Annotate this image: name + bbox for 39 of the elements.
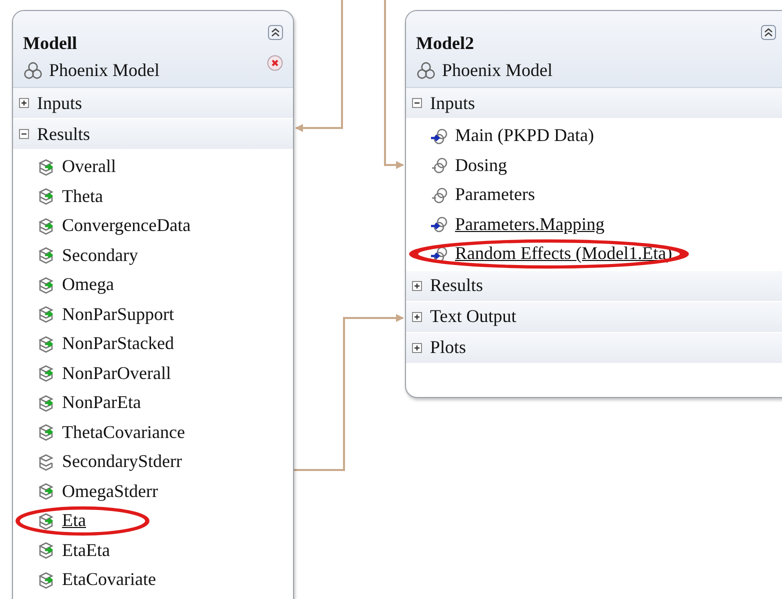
tree-item[interactable]: Dosing bbox=[430, 154, 508, 176]
tree-item[interactable]: NonParSupport bbox=[37, 304, 174, 325]
tree-item[interactable]: EtaEta bbox=[37, 540, 110, 561]
tree-item[interactable]: NonParEta bbox=[37, 392, 141, 414]
tree-item[interactable]: EtaCovariate bbox=[37, 569, 156, 590]
expand-icon[interactable] bbox=[412, 312, 422, 322]
close-icon[interactable] bbox=[267, 54, 283, 70]
section-header[interactable]: Text Output bbox=[406, 302, 782, 332]
tree-item[interactable]: OmegaStderr bbox=[37, 480, 158, 502]
expand-icon[interactable] bbox=[412, 342, 422, 352]
section-header[interactable]: Results bbox=[13, 119, 293, 150]
section-header[interactable]: Inputs bbox=[406, 88, 782, 119]
tree-item[interactable]: Parameters bbox=[430, 184, 535, 206]
trefoil-icon bbox=[416, 61, 436, 80]
tree-item[interactable]: SecondaryStderr bbox=[37, 451, 182, 472]
section-header[interactable]: Inputs bbox=[13, 88, 293, 119]
panel-subtitle: Phoenix Model bbox=[49, 60, 160, 81]
section-header[interactable]: Plots bbox=[406, 332, 782, 364]
collapse-icon[interactable] bbox=[412, 98, 422, 108]
tree-item[interactable]: NonParOverall bbox=[37, 362, 171, 384]
tree-item[interactable]: ThetaCovariance bbox=[37, 422, 185, 443]
tree-item[interactable]: Omega bbox=[37, 274, 114, 296]
tree-item[interactable]: Theta bbox=[37, 186, 103, 207]
trefoil-icon bbox=[23, 61, 43, 80]
panel-subtitle: Phoenix Model bbox=[442, 60, 552, 81]
collapse-icon[interactable] bbox=[761, 25, 776, 40]
collapse-icon[interactable] bbox=[268, 25, 283, 40]
tree-item[interactable]: Secondary bbox=[37, 244, 138, 266]
tree-item[interactable]: Main (PKPD Data) bbox=[430, 125, 594, 146]
expand-icon[interactable] bbox=[19, 98, 29, 108]
tree-item[interactable]: NonParStacked bbox=[37, 333, 174, 354]
section-header[interactable]: Results bbox=[406, 270, 782, 302]
tree-item[interactable]: Parameters.Mapping bbox=[430, 214, 604, 235]
panel-title: Modell bbox=[23, 33, 77, 54]
panel-title: Model2 bbox=[416, 33, 474, 54]
tree-item[interactable]: ConvergenceData bbox=[37, 215, 191, 236]
expand-icon[interactable] bbox=[412, 280, 422, 290]
collapse-icon[interactable] bbox=[19, 129, 29, 139]
tree-item[interactable]: Overall bbox=[37, 156, 116, 178]
